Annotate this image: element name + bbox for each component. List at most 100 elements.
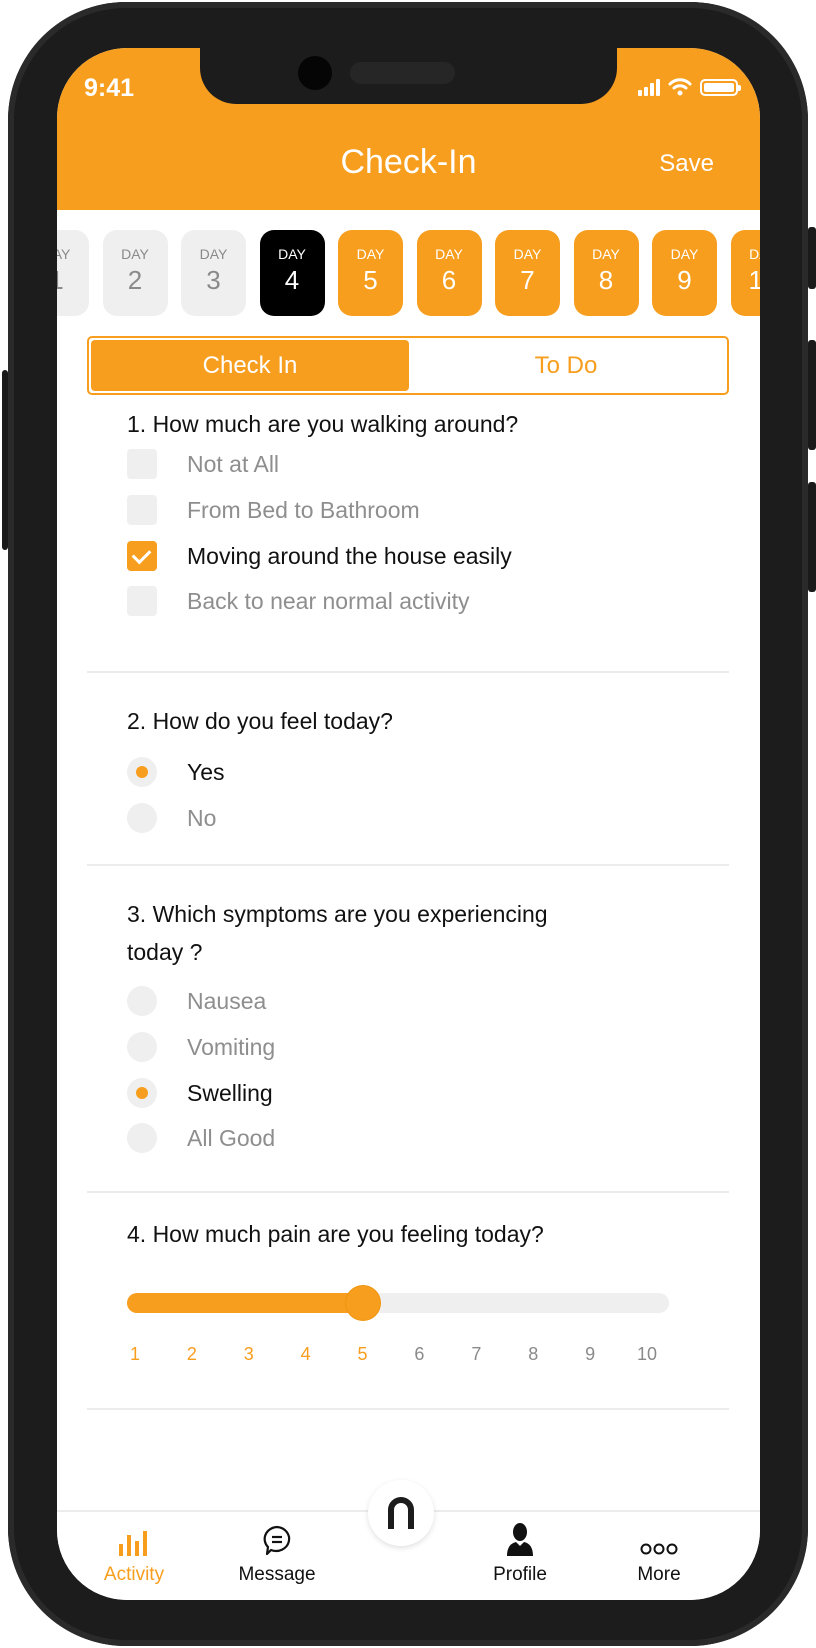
day-number: 8: [598, 265, 614, 295]
tick-label: 1: [129, 1344, 141, 1364]
divider: [87, 864, 729, 866]
checkbox[interactable]: [127, 495, 157, 525]
save-button[interactable]: Save: [659, 150, 714, 178]
side-button: [808, 227, 816, 289]
battery-icon: [700, 78, 741, 96]
center-home-button[interactable]: [368, 1480, 434, 1546]
day-pill-9[interactable]: DAY 9: [652, 230, 717, 316]
day-pill-7[interactable]: DAY 7: [495, 230, 560, 316]
radio[interactable]: [127, 986, 157, 1016]
day-number: 4: [284, 265, 300, 295]
day-pill-8[interactable]: DAY 8: [573, 230, 639, 316]
page-title: Check-In: [340, 143, 477, 181]
day-number: 5: [363, 265, 378, 295]
day-label: DAY: [749, 246, 760, 262]
day-number: 3: [206, 265, 221, 295]
tick-label: 4: [300, 1344, 311, 1364]
tab-more[interactable]: More: [604, 1526, 714, 1586]
day-label: DAY: [435, 246, 463, 262]
option-label: Yes: [187, 758, 225, 785]
divider: [87, 671, 729, 673]
tab-to-do[interactable]: To Do: [407, 340, 725, 391]
tick-label: 5: [357, 1344, 368, 1364]
side-button: [808, 340, 816, 450]
tab-label: Activity: [103, 1564, 165, 1585]
side-button: [2, 370, 8, 550]
tick-label: 8: [528, 1344, 539, 1364]
tick-label: 7: [471, 1344, 482, 1364]
radio[interactable]: [127, 803, 157, 833]
q2-option-yes[interactable]: Yes: [127, 756, 225, 788]
person-icon: [507, 1523, 533, 1556]
device-notch: [200, 48, 617, 104]
day-label: DAY: [356, 246, 385, 262]
radio[interactable]: [127, 1032, 157, 1062]
slider-thumb[interactable]: [345, 1286, 380, 1320]
q1-option-moving-around[interactable]: Moving around the house easily: [127, 540, 512, 572]
slider-fill: [127, 1293, 373, 1313]
q3-option-vomiting[interactable]: Vomiting: [127, 1031, 275, 1063]
q3-option-swelling[interactable]: Swelling: [127, 1077, 273, 1109]
question-4-title: 4. How much pain are you feeling today?: [127, 1221, 544, 1247]
q1-option-near-normal[interactable]: Back to near normal activity: [127, 585, 470, 617]
tick-label: 9: [585, 1344, 596, 1364]
tab-check-in[interactable]: Check In: [91, 340, 409, 391]
chat-bubble-icon: [263, 1525, 291, 1556]
checkbox[interactable]: [127, 586, 157, 616]
day-number: 7: [520, 265, 535, 295]
status-time: 9:41: [84, 74, 135, 102]
day-pill-10[interactable]: DAY 10: [730, 230, 760, 316]
day-label: DAY: [57, 246, 71, 262]
option-label: Back to near normal activity: [187, 587, 470, 614]
option-label: Swelling: [187, 1079, 273, 1106]
signal-icon: [638, 78, 660, 96]
divider: [87, 1408, 729, 1410]
option-label: Not at All: [187, 450, 280, 477]
pain-slider[interactable]: [127, 1286, 669, 1320]
question-3-title: 3. Which symptoms are you experiencing t…: [127, 901, 548, 965]
day-number: 2: [127, 265, 143, 295]
day-number: 10: [748, 265, 760, 295]
tick-label: 3: [243, 1344, 254, 1364]
tick-label: 2: [186, 1344, 197, 1364]
bar-chart-icon: [119, 1531, 147, 1556]
q1-option-not-at-all[interactable]: Not at All: [127, 448, 279, 480]
day-label: DAY: [513, 246, 542, 262]
wifi-icon: [668, 78, 692, 96]
radio-selected[interactable]: [127, 1078, 157, 1108]
q3-option-all-good[interactable]: All Good: [127, 1122, 275, 1154]
more-dots-icon: [640, 1543, 678, 1555]
day-number: 6: [441, 265, 457, 295]
tab-message[interactable]: Message: [222, 1525, 332, 1586]
option-label: All Good: [187, 1124, 276, 1151]
radio-selected[interactable]: [127, 757, 157, 787]
tab-label: More: [637, 1564, 681, 1585]
day-selector: DAY 1 DAY 2 DAY 3 DAY 4 DAY 5 DAY 6 DAY 7 DAY 8 DAY 9 DAY 1…: [57, 230, 760, 316]
day-pill-4[interactable]: DAY 4: [259, 230, 325, 316]
day-number: 9: [677, 265, 692, 295]
checkbox-checked[interactable]: [127, 541, 157, 571]
checkbox[interactable]: [127, 449, 157, 479]
day-pill-5[interactable]: DAY 5: [338, 230, 403, 316]
day-label: DAY: [278, 246, 306, 262]
tick-label: 6: [414, 1344, 425, 1364]
day-label: DAY: [121, 246, 149, 262]
question-1-title: 1. How much are you walking around?: [127, 411, 519, 437]
tab-activity[interactable]: Activity: [79, 1526, 189, 1586]
day-pill-2[interactable]: DAY 2: [102, 230, 168, 316]
q3-option-nausea[interactable]: Nausea: [127, 985, 266, 1017]
q1-option-bed-to-bathroom[interactable]: From Bed to Bathroom: [127, 494, 420, 526]
day-label: DAY: [592, 246, 620, 262]
day-label: DAY: [199, 246, 228, 262]
tab-profile[interactable]: Profile: [465, 1523, 575, 1586]
question-2-title: 2. How do you feel today?: [127, 708, 393, 734]
day-pill-1[interactable]: DAY 1: [57, 230, 89, 316]
day-pill-6[interactable]: DAY 6: [416, 230, 482, 316]
divider: [87, 1191, 729, 1193]
segmented-control: Check In To Do: [87, 336, 729, 395]
tab-label: Message: [238, 1564, 316, 1585]
radio[interactable]: [127, 1123, 157, 1153]
q2-option-no[interactable]: No: [127, 802, 216, 834]
app-screen: 9:41 Check-In Save DAY1DAY2DAY3DAY4DAY5D…: [57, 48, 760, 1600]
day-pill-3[interactable]: DAY 3: [181, 230, 246, 316]
